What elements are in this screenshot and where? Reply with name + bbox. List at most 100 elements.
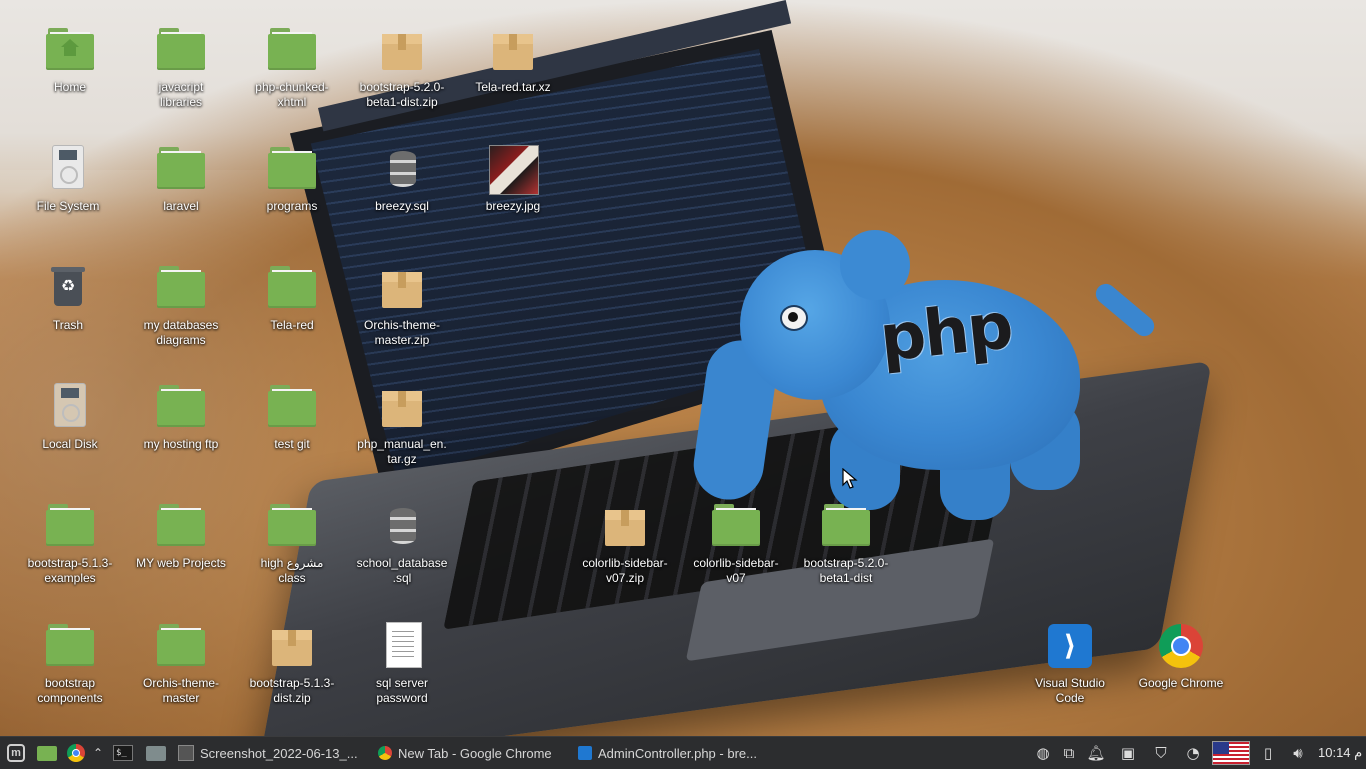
folder-icon <box>268 26 316 74</box>
desktop-icon-tela-red-tar-xz[interactable]: Tela-red.tar.xz <box>458 26 568 138</box>
folder-icon <box>268 264 316 312</box>
drive-icon <box>44 145 92 193</box>
desktop-icon-my-databases-diagrams[interactable]: my databases diagrams <box>126 264 236 376</box>
wallpaper-php-logo: php <box>876 289 1015 377</box>
tray-update-manager[interactable]: ◍ <box>1032 737 1054 769</box>
desktop-icon-label: Tela-red.tar.xz <box>475 80 551 94</box>
folder-icon <box>46 502 94 550</box>
home-folder-icon <box>46 26 94 74</box>
window-title: AdminController.php - bre... <box>598 745 757 761</box>
desktop-icon-local-disk[interactable]: Local Disk <box>15 383 125 495</box>
desktop-icon-colorlib-sidebar-v07-zip[interactable]: colorlib-sidebar-v07.zip <box>570 502 680 614</box>
tray-clipboard[interactable]: ▣ <box>1117 737 1139 769</box>
desktop-icon-label: my hosting ftp <box>143 437 219 451</box>
desktop-icon-label: php_manual_en. tar.gz <box>357 437 447 466</box>
disk-icon <box>46 383 94 431</box>
desktop-icon-label: bootstrap-5.1.3- dist.zip <box>249 676 335 705</box>
desktop-icon-javacript-libraries[interactable]: javacript libraries <box>126 26 236 138</box>
window-title: Screenshot_2022-06-13_... <box>200 745 358 761</box>
quicklaunch-expand[interactable]: ⌃ <box>88 737 108 769</box>
database-file-icon <box>378 145 426 193</box>
desktop-icon-php-chunked-xhtml[interactable]: php-chunked-xhtml <box>237 26 347 138</box>
desktop-icon-file-system[interactable]: File System <box>13 145 123 257</box>
trash-icon: ♻ <box>44 264 92 312</box>
tray-clock[interactable]: 10:14 م <box>1318 737 1362 769</box>
linux-mint-menu-icon: m <box>7 744 25 762</box>
archive-icon <box>378 383 426 431</box>
desktop-icon-orchis-theme-master-zip[interactable]: Orchis-theme-master.zip <box>347 264 457 376</box>
desktop-icon-high-class[interactable]: high مشروع class <box>237 502 347 614</box>
desktop-icon-breezy-jpg[interactable]: breezy.jpg <box>458 145 568 257</box>
taskbar-window-chrome[interactable]: New Tab - Google Chrome <box>372 737 558 769</box>
windows-icon: ⧉ <box>1063 744 1075 762</box>
desktop-icon-label: sql server password <box>375 676 428 705</box>
image-viewer-icon <box>178 745 194 761</box>
folder-icon <box>157 26 205 74</box>
desktop-icon-colorlib-sidebar-v07[interactable]: colorlib-sidebar-v07 <box>681 502 791 614</box>
desktop-icon-google-chrome[interactable]: Google Chrome <box>1126 622 1236 734</box>
desktop-icon-label: programs <box>266 199 318 213</box>
tray-security[interactable]: ⛉ <box>1150 737 1172 769</box>
quicklaunch-chrome[interactable] <box>64 737 88 769</box>
desktop-icon-trash[interactable]: ♻ Trash <box>13 264 123 376</box>
taskbar-window-screenshot[interactable]: Screenshot_2022-06-13_... <box>172 737 364 769</box>
folder-icon <box>46 622 94 670</box>
chevron-up-icon: ⌃ <box>92 746 104 760</box>
taskbar-window-vscode[interactable]: AdminController.php - bre... <box>572 737 763 769</box>
desktop-icon-php-manual-tar-gz[interactable]: php_manual_en. tar.gz <box>347 383 457 495</box>
desktop-icon-bootstrap-513-examples[interactable]: bootstrap-5.1.3- examples <box>15 502 125 614</box>
desktop-icon-label: Visual Studio Code <box>1035 676 1105 705</box>
desktop-icon-home[interactable]: Home <box>15 26 125 138</box>
desktop-icon-orchis-theme-master[interactable]: Orchis-theme-master <box>126 622 236 734</box>
terminal-icon: $_ <box>113 745 133 761</box>
speaker-icon: 🔊︎ <box>1293 744 1303 762</box>
desktop-icon-test-git[interactable]: test git <box>237 383 347 495</box>
start-menu-button[interactable]: m <box>4 737 28 769</box>
desktop-icon-label: high مشروع class <box>260 556 324 585</box>
tray-network[interactable]: ◔ <box>1182 737 1204 769</box>
desktop-icon-label: Tela-red <box>270 318 314 332</box>
desktop-icon-bootstrap-components[interactable]: bootstrap components <box>15 622 125 734</box>
clock-text: 10:14 م <box>1318 745 1363 760</box>
desktop-icon-label: school_database .sql <box>356 556 448 585</box>
clipboard-icon: ▣ <box>1120 744 1136 762</box>
desktop-icon-programs[interactable]: programs <box>237 145 347 257</box>
desktop-icon-label: bootstrap-5.2.0- beta1-dist <box>803 556 889 585</box>
desktop-icon-tela-red[interactable]: Tela-red <box>237 264 347 376</box>
desktop-icon-school-database-sql[interactable]: school_database .sql <box>347 502 457 614</box>
taskbar: m ⌃ $_ Screenshot_2022-06-13_... New Tab… <box>0 736 1366 769</box>
desktop-icon-sql-server-password[interactable]: sql server password <box>347 622 457 734</box>
tray-volume[interactable]: 🔊︎ <box>1287 737 1309 769</box>
vscode-icon: ⟩ <box>1046 622 1094 670</box>
archive-icon <box>378 26 426 74</box>
desktop-icon-my-web-projects[interactable]: MY web Projects <box>126 502 236 614</box>
quicklaunch-terminal[interactable]: $_ <box>111 737 135 769</box>
desktop-icon-breezy-sql[interactable]: breezy.sql <box>347 145 457 257</box>
folder-icon <box>822 502 870 550</box>
desktop-icon-bootstrap-520-beta1-zip[interactable]: bootstrap-5.2.0- beta1-dist.zip <box>347 26 457 138</box>
desktop-icon-label: bootstrap components <box>37 676 103 705</box>
vscode-icon <box>578 746 592 760</box>
desktop-icon-label: my databases diagrams <box>143 318 219 347</box>
archive-icon <box>268 622 316 670</box>
tray-workspace-switcher[interactable]: ⧉ <box>1058 737 1080 769</box>
tray-keyboard-layout[interactable] <box>1212 737 1250 769</box>
folder-icon <box>157 145 205 193</box>
desktop-icon-bootstrap-520-beta1-dist[interactable]: bootstrap-5.2.0- beta1-dist <box>791 502 901 614</box>
desktop-icon-visual-studio-code[interactable]: ⟩ Visual Studio Code <box>1015 622 1125 734</box>
archive-icon <box>378 264 426 312</box>
desktop-icon-laravel[interactable]: laravel <box>126 145 236 257</box>
desktop-icon-label: colorlib-sidebar-v07.zip <box>582 556 668 585</box>
quicklaunch-files[interactable] <box>35 737 59 769</box>
tray-battery[interactable]: ▯ <box>1257 737 1279 769</box>
desktop-icon-bootstrap-513-dist-zip[interactable]: bootstrap-5.1.3- dist.zip <box>237 622 347 734</box>
folder-icon <box>157 383 205 431</box>
quicklaunch-folder[interactable] <box>144 737 168 769</box>
desktop-icon-label: File System <box>36 199 100 213</box>
desktop-icon-label: Orchis-theme-master.zip <box>363 318 440 347</box>
chrome-icon <box>378 746 392 760</box>
tray-notifications[interactable]: 🔔︎ <box>1085 737 1107 769</box>
desktop-icon-my-hosting-ftp[interactable]: my hosting ftp <box>126 383 236 495</box>
desktop-icon-label: breezy.sql <box>375 199 429 213</box>
desktop-icon-label: Home <box>53 80 86 94</box>
